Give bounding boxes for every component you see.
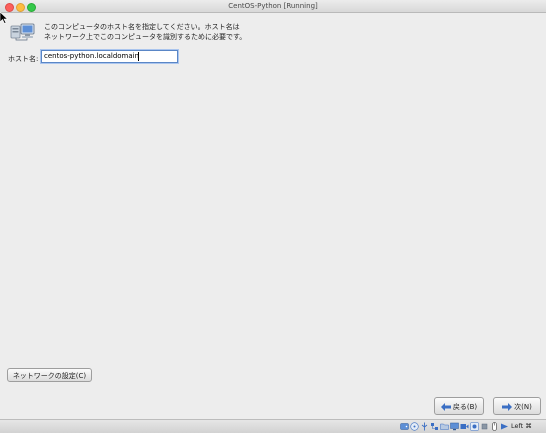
usb-icon[interactable] [420, 422, 429, 431]
installer-screen [0, 13, 546, 419]
hostname-label: ホスト名: [8, 55, 39, 63]
instructions-line-1: このコンピュータのホスト名を指定してください。ホスト名は [44, 23, 240, 31]
recording-icon[interactable] [470, 422, 479, 431]
network-settings-button[interactable]: ネットワークの設定(C) [7, 368, 92, 382]
hostname-input[interactable]: centos-python.localdomain [41, 50, 178, 63]
display-icon[interactable] [450, 422, 459, 431]
video-capture-icon[interactable] [460, 422, 469, 431]
vm-status-bar: Left ⌘ [0, 419, 546, 433]
status-icons [400, 422, 509, 431]
next-button[interactable]: 次(N) [493, 397, 541, 415]
host-key-icon[interactable] [500, 422, 509, 431]
back-button-label: 戻る(B) [452, 403, 478, 411]
network-icon[interactable] [430, 422, 439, 431]
next-button-label: 次(N) [514, 403, 532, 411]
arrow-left-icon [440, 403, 451, 411]
instructions-line-2: ネットワーク上でこのコンピュータを識別するために必要です。 [44, 33, 247, 41]
vm-window: CentOS-Python [Running] このコンピュータのホスト名を指定… [0, 0, 546, 433]
shared-folder-icon[interactable] [440, 422, 449, 431]
computer-network-icon [10, 23, 35, 41]
title-bar[interactable]: CentOS-Python [Running] [0, 0, 546, 13]
mouse-pointer-icon [0, 12, 8, 24]
cpu-icon[interactable] [480, 422, 489, 431]
arrow-right-icon [502, 403, 513, 411]
hostname-instructions: このコンピュータのホスト名を指定してください。ホスト名は ネットワーク上でこのコ… [44, 22, 246, 42]
text-caret [138, 52, 139, 61]
window-title: CentOS-Python [Running] [228, 2, 318, 10]
hdd-icon[interactable] [400, 422, 409, 431]
optical-icon[interactable] [410, 422, 419, 431]
mouse-icon[interactable] [490, 422, 499, 431]
host-key-label: Left ⌘ [511, 422, 532, 430]
back-button[interactable]: 戻る(B) [434, 397, 484, 415]
